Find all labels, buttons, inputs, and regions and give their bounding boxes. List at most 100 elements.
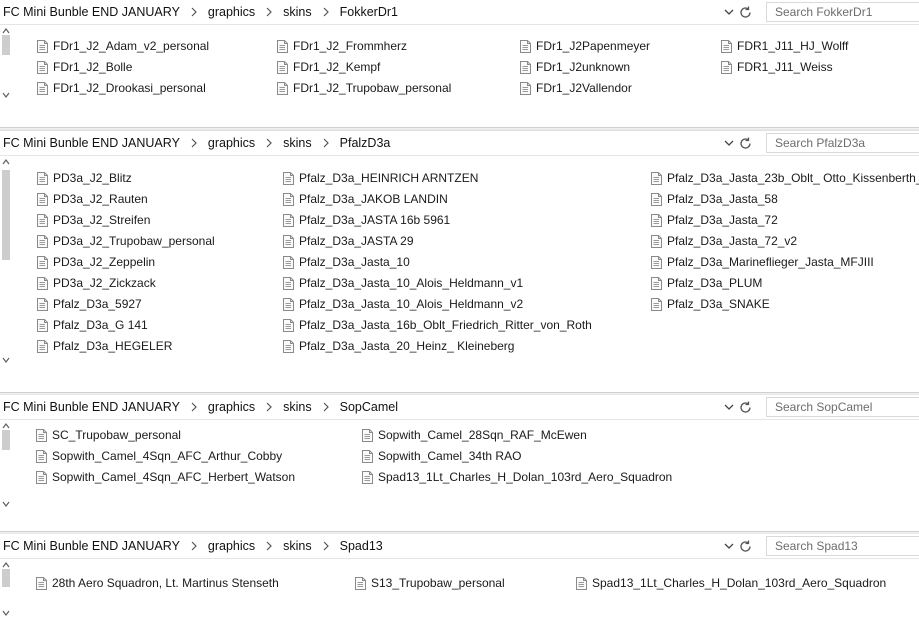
file-item[interactable]: PD3a_J2_Blitz [37, 168, 132, 188]
file-item[interactable]: Pfalz_D3a_Jasta_16b_Oblt_Friedrich_Ritte… [283, 315, 592, 335]
chevron-down-icon[interactable] [722, 400, 736, 414]
file-item[interactable]: Sopwith_Camel_4Sqn_AFC_Arthur_Cobby [36, 446, 282, 466]
file-item[interactable]: PD3a_J2_Streifen [37, 210, 150, 230]
file-item[interactable]: Sopwith_Camel_28Sqn_RAF_McEwen [362, 425, 587, 445]
scrollbar-thumb[interactable] [2, 35, 10, 55]
vertical-scrollbar[interactable] [0, 420, 12, 510]
scroll-down-arrow-icon[interactable] [2, 500, 10, 508]
breadcrumb-item[interactable]: skins [283, 5, 311, 19]
file-item[interactable]: S13_Trupobaw_personal [355, 573, 505, 593]
file-item[interactable]: Pfalz_D3a_Jasta_10_Alois_Heldmann_v2 [283, 294, 523, 314]
file-icon [36, 470, 47, 484]
chevron-down-icon[interactable] [722, 5, 736, 19]
file-item[interactable]: Spad13_1Lt_Charles_H_Dolan_103rd_Aero_Sq… [362, 467, 672, 487]
file-item[interactable]: Pfalz_D3a_Jasta_72_v2 [651, 231, 797, 251]
refresh-icon[interactable] [738, 539, 753, 554]
file-item[interactable]: Sopwith_Camel_4Sqn_AFC_Herbert_Watson [36, 467, 295, 487]
file-item[interactable]: Pfalz_D3a_HEINRICH ARNTZEN [283, 168, 478, 188]
file-item[interactable]: FDr1_J2_Frommherz [277, 36, 407, 56]
file-item[interactable]: SC_Trupobaw_personal [36, 425, 181, 445]
file-item[interactable]: Pfalz_D3a_Jasta_10 [283, 252, 410, 272]
breadcrumb-item[interactable]: FokkerDr1 [340, 5, 398, 19]
breadcrumb-item[interactable]: FC Mini Bunble END JANUARY [3, 400, 180, 414]
file-item[interactable]: Pfalz_D3a_JASTA 16b 5961 [283, 210, 450, 230]
file-item[interactable]: PD3a_J2_Trupobaw_personal [37, 231, 215, 251]
breadcrumb-item[interactable]: SopCamel [340, 400, 398, 414]
file-item[interactable]: Pfalz_D3a_5927 [37, 294, 142, 314]
file-item[interactable]: FDr1_J2_Bolle [37, 57, 132, 77]
file-item[interactable]: Pfalz_D3a_Marineflieger_Jasta_MFJIII [651, 252, 874, 272]
breadcrumb-item[interactable]: FC Mini Bunble END JANUARY [3, 136, 180, 150]
file-item[interactable]: FDr1_J2Vallendor [520, 78, 632, 98]
breadcrumb[interactable]: FC Mini Bunble END JANUARY graphics skins S… [3, 534, 719, 558]
scrollbar-thumb[interactable] [2, 170, 10, 260]
file-item[interactable]: Pfalz_D3a_Jasta_23b_Oblt_ Otto_Kissenber… [651, 168, 919, 188]
file-item[interactable]: FDr1_J2Papenmeyer [520, 36, 650, 56]
refresh-icon[interactable] [738, 400, 753, 415]
file-item[interactable]: Pfalz_D3a_Jasta_10_Alois_Heldmann_v1 [283, 273, 523, 293]
scroll-down-arrow-icon[interactable] [2, 356, 10, 364]
scroll-up-arrow-icon[interactable] [2, 27, 10, 35]
chevron-down-icon[interactable] [722, 539, 736, 553]
search-input[interactable] [766, 397, 919, 417]
file-item[interactable]: FDR1_J11_HJ_Wolff [721, 36, 848, 56]
explorer-pane: FC Mini Bunble END JANUARY graphics skins S… [0, 395, 919, 534]
search-input[interactable] [766, 536, 919, 556]
file-item[interactable]: FDr1_J2_Drookasi_personal [37, 78, 206, 98]
scroll-up-arrow-icon[interactable] [2, 158, 10, 166]
file-item[interactable]: Pfalz_D3a_SNAKE [651, 294, 770, 314]
breadcrumb-item[interactable]: graphics [208, 5, 255, 19]
breadcrumb-item[interactable]: graphics [208, 400, 255, 414]
breadcrumb-item[interactable]: PfalzD3a [340, 136, 391, 150]
breadcrumb[interactable]: FC Mini Bunble END JANUARY graphics skins F… [3, 0, 719, 24]
breadcrumb[interactable]: FC Mini Bunble END JANUARY graphics skins P… [3, 131, 719, 155]
scrollbar-thumb[interactable] [2, 569, 10, 587]
breadcrumb-item[interactable]: FC Mini Bunble END JANUARY [3, 5, 180, 19]
chevron-down-icon[interactable] [722, 136, 736, 150]
breadcrumb-item[interactable]: skins [283, 400, 311, 414]
file-item[interactable]: Pfalz_D3a_Jasta_58 [651, 189, 778, 209]
file-item[interactable]: FDr1_J2unknown [520, 57, 630, 77]
search-input[interactable] [766, 133, 919, 153]
file-name: PD3a_J2_Streifen [53, 213, 151, 227]
file-item[interactable]: Sopwith_Camel_34th RAO [362, 446, 521, 466]
breadcrumb[interactable]: FC Mini Bunble END JANUARY graphics skins S… [3, 395, 719, 419]
breadcrumb-item[interactable]: Spad13 [340, 539, 383, 553]
chevron-right-icon [266, 402, 273, 412]
scroll-down-arrow-icon[interactable] [2, 609, 10, 617]
vertical-scrollbar[interactable] [0, 25, 12, 101]
file-item[interactable]: FDR1_J11_Weiss [721, 57, 833, 77]
scrollbar-thumb[interactable] [2, 430, 10, 450]
file-item[interactable]: PD3a_J2_Rauten [37, 189, 148, 209]
file-item[interactable]: FDr1_J2_Trupobaw_personal [277, 78, 451, 98]
breadcrumb-item[interactable]: graphics [208, 539, 255, 553]
file-item[interactable]: 28th Aero Squadron, Lt. Martinus Stenset… [36, 573, 279, 593]
file-icon [283, 297, 294, 311]
file-item[interactable]: FDr1_J2_Adam_v2_personal [37, 36, 209, 56]
file-item[interactable]: Pfalz_D3a_JASTA 29 [283, 231, 414, 251]
scroll-up-arrow-icon[interactable] [2, 422, 10, 430]
scroll-down-arrow-icon[interactable] [2, 91, 10, 99]
file-item[interactable]: Spad13_1Lt_Charles_H_Dolan_103rd_Aero_Sq… [576, 573, 886, 593]
refresh-icon[interactable] [738, 136, 753, 151]
file-item[interactable]: PD3a_J2_Zeppelin [37, 252, 155, 272]
file-item[interactable]: Pfalz_D3a_JAKOB LANDIN [283, 189, 448, 209]
file-item[interactable]: PD3a_J2_Zickzack [37, 273, 156, 293]
scroll-up-arrow-icon[interactable] [2, 561, 10, 569]
file-item[interactable]: Pfalz_D3a_HEGELER [37, 336, 172, 356]
file-icon [37, 234, 48, 248]
breadcrumb-item[interactable]: FC Mini Bunble END JANUARY [3, 539, 180, 553]
file-item[interactable]: Pfalz_D3a_G 141 [37, 315, 148, 335]
file-item[interactable]: Pfalz_D3a_Jasta_72 [651, 210, 778, 230]
file-item[interactable]: FDr1_J2_Kempf [277, 57, 380, 77]
search-input[interactable] [766, 2, 919, 22]
file-list: PD3a_J2_Blitz PD3a_J2_Rauten PD3a_J2_Strei… [0, 156, 919, 395]
file-item[interactable]: Pfalz_D3a_Jasta_20_Heinz_ Kleineberg [283, 336, 514, 356]
vertical-scrollbar[interactable] [0, 156, 12, 366]
vertical-scrollbar[interactable] [0, 559, 12, 619]
refresh-icon[interactable] [738, 5, 753, 20]
breadcrumb-item[interactable]: skins [283, 136, 311, 150]
breadcrumb-item[interactable]: graphics [208, 136, 255, 150]
file-item[interactable]: Pfalz_D3a_PLUM [651, 273, 762, 293]
breadcrumb-item[interactable]: skins [283, 539, 311, 553]
